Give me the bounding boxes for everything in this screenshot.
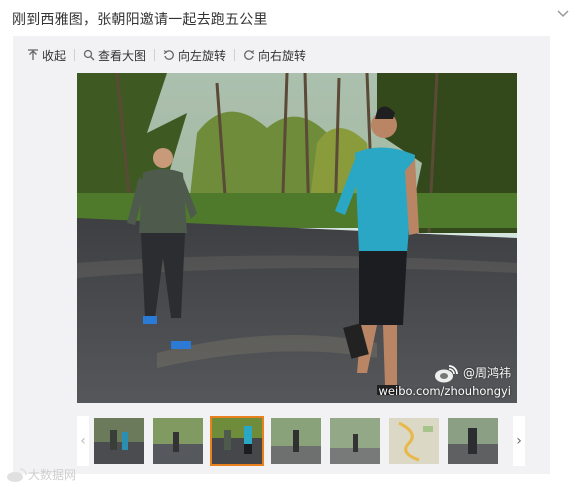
rotate-right-button[interactable]: 向右旋转	[235, 47, 314, 64]
site-watermark: 大数据网	[6, 466, 76, 483]
thumbnail[interactable]	[153, 418, 203, 464]
thumbnail-active[interactable]	[210, 416, 264, 466]
thumbnail[interactable]	[330, 418, 380, 464]
thumbnail[interactable]	[389, 418, 439, 464]
site-watermark-text: 大数据网	[28, 468, 77, 482]
watermark-handle: @周鸿祎	[462, 366, 511, 380]
main-photo[interactable]: @周鸿祎 weibo.com/zhouhongyi	[77, 73, 517, 403]
chevron-down-icon[interactable]	[555, 6, 571, 22]
view-large-label: 查看大图	[98, 48, 147, 63]
prev-arrow-icon[interactable]: ‹	[77, 416, 89, 466]
rotate-right-label: 向右旋转	[258, 48, 307, 63]
thumbnail[interactable]	[448, 418, 498, 464]
post-text: 刚到西雅图，张朝阳邀请一起去跑五公里	[12, 12, 268, 28]
weibo-logo-icon	[7, 467, 27, 482]
rotate-left-label: 向左旋转	[178, 48, 227, 63]
watermark-url: weibo.com/zhouhongyi	[378, 384, 511, 398]
rotate-right-icon	[244, 50, 255, 60]
collapse-button[interactable]: 收起	[13, 47, 74, 64]
search-icon	[83, 49, 95, 61]
rotate-left-button[interactable]: 向左旋转	[155, 47, 234, 64]
image-toolbar: 收起 查看大图 向左旋转 向右旋转	[13, 44, 314, 66]
view-large-button[interactable]: 查看大图	[75, 47, 154, 64]
next-arrow-icon[interactable]: ›	[513, 416, 525, 466]
thumbnail[interactable]	[271, 418, 321, 464]
collapse-label: 收起	[42, 48, 67, 63]
thumbnail-strip: ‹ ›	[77, 416, 525, 466]
rotate-left-icon	[163, 50, 174, 60]
media-viewer: 收起 查看大图 向左旋转 向右旋转 @周鸿祎 weibo.com/zhouhon…	[13, 36, 550, 474]
thumbnail[interactable]	[94, 418, 144, 464]
collapse-icon	[28, 49, 38, 60]
